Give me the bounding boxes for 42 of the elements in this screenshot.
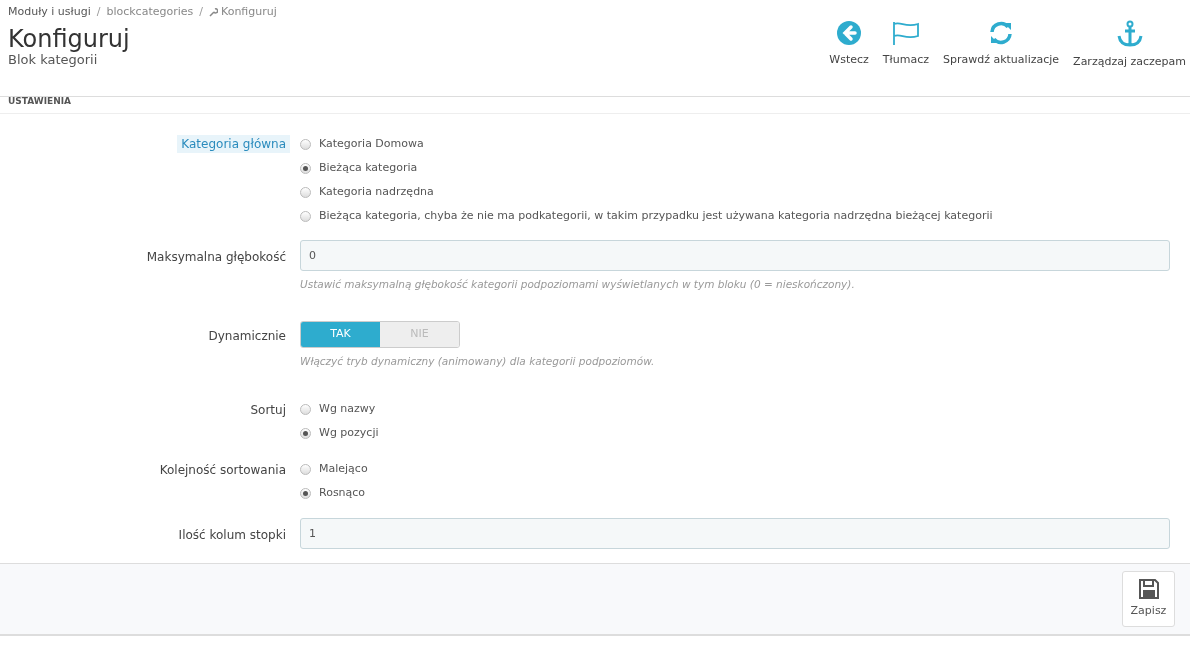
radio-button[interactable]	[300, 488, 311, 499]
radio-button[interactable]	[300, 210, 311, 222]
radio-label: Rosnąco	[319, 485, 366, 502]
radio-button[interactable]	[300, 186, 311, 198]
page-subtitle: Blok kategorii	[8, 53, 98, 67]
breadcrumb-link[interactable]: Konfiguruj	[221, 5, 277, 18]
text-input[interactable]: 1	[300, 517, 1170, 549]
radio-button[interactable]	[300, 428, 311, 439]
radio-label: Bieżąca kategoria	[319, 159, 418, 176]
anchor-icon	[1115, 20, 1144, 48]
help-text: Włączyć tryb dynamiczny (animowany) dla kategorii podpoziomów.	[300, 353, 656, 369]
breadcrumb-link[interactable]: blockcategories	[106, 5, 194, 18]
text-input[interactable]: 0	[300, 240, 1170, 271]
radio-label: Malejąco	[319, 461, 368, 478]
field-label: Kolejność sortowania	[158, 461, 287, 479]
field-label: Dynamicznie	[207, 327, 287, 345]
panel-heading: USTAWIENIA	[0, 97, 1190, 114]
radio-label: Wg pozycji	[319, 425, 379, 442]
help-text: Ustawić maksymalną głębokość kategorii podpoziomami wyświetlanych w tym bloku (0 = nieskończony).	[300, 277, 856, 292]
breadcrumb-separator: /	[96, 5, 101, 18]
breadcrumb-link[interactable]: Moduły i usługi	[8, 5, 91, 18]
radio-button[interactable]	[300, 464, 311, 475]
radio-label: Bieżąca kategoria, chyba że nie ma podkategorii, w takim przypadku jest używana kategoria nadrzędna bieżącej kategorii	[319, 207, 993, 224]
radio-button[interactable]	[300, 404, 311, 415]
field-label: Kategoria główna	[177, 135, 290, 153]
save-button[interactable]: Zapisz	[1122, 570, 1175, 627]
toolbar-button[interactable]: Tłumacz	[880, 20, 931, 71]
toolbar-button[interactable]: Sprawdź aktualizacje	[940, 20, 1062, 71]
field-label: Maksymalna głębokość	[145, 249, 287, 266]
field-label: Ilość kolum stopki	[177, 526, 287, 544]
radio-label: Kategoria Domowa	[319, 135, 424, 152]
radio-label: Kategoria nadrzędna	[319, 183, 434, 200]
page-title: Konfiguruj	[8, 24, 130, 54]
radio-label: Wg nazwy	[319, 401, 376, 418]
breadcrumb-separator: /	[199, 5, 203, 18]
radio-button[interactable]	[300, 138, 311, 150]
refresh-icon	[988, 20, 1015, 46]
toolbar-button[interactable]: Wstecz	[827, 20, 871, 71]
toolbar-button[interactable]: Zarządzaj zaczepam	[1071, 20, 1188, 71]
field-label: Sortuj	[249, 401, 287, 419]
radio-button[interactable]	[300, 162, 311, 174]
flag-icon	[890, 20, 921, 46]
